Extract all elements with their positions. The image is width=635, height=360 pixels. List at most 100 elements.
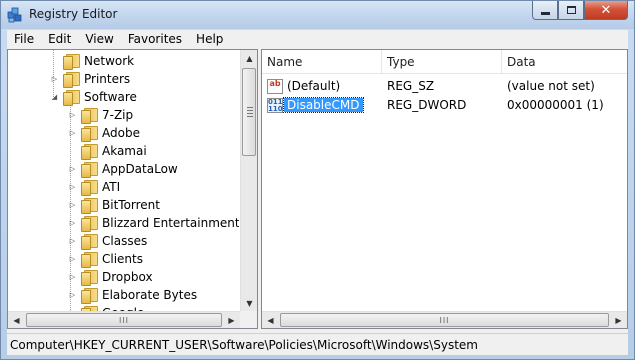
icon-label: ab bbox=[269, 79, 281, 88]
menu-view[interactable]: View bbox=[78, 30, 120, 49]
tree-item-classes[interactable]: ▷ Classes bbox=[68, 232, 147, 250]
title-bar[interactable]: Registry Editor ✕ bbox=[1, 1, 634, 29]
expand-arrow-icon[interactable]: ▷ bbox=[68, 219, 77, 228]
tree-item-label: Akamai bbox=[102, 144, 147, 158]
folder-icon bbox=[81, 108, 98, 124]
menu-favorites[interactable]: Favorites bbox=[121, 30, 189, 49]
menu-edit[interactable]: Edit bbox=[41, 30, 78, 49]
minimize-button[interactable] bbox=[532, 1, 558, 20]
folder-icon bbox=[81, 162, 98, 178]
tree-item-label: Software bbox=[84, 90, 137, 104]
registry-editor-window: Registry Editor ✕ File Edit View Favorit… bbox=[0, 0, 635, 360]
grip-line bbox=[247, 107, 253, 108]
registry-key-tree[interactable]: Network ▷ Printers ◢ Software ▷ 7-Zip ▷ Adobe Aka… bbox=[7, 49, 258, 329]
grip-icon: III bbox=[439, 315, 450, 325]
tree-item-label: Dropbox bbox=[102, 270, 153, 284]
horizontal-scroll-thumb[interactable]: III bbox=[26, 313, 222, 327]
arrow-right-icon: ▶ bbox=[615, 316, 622, 325]
scroll-up-button[interactable]: ▲ bbox=[241, 50, 257, 67]
menu-help[interactable]: Help bbox=[189, 30, 230, 49]
tree-item-bittorrent[interactable]: ▷ BitTorrent bbox=[68, 196, 160, 214]
tree-item-elaborate-bytes[interactable]: ▷ Elaborate Bytes bbox=[68, 286, 197, 304]
tree-item-printers[interactable]: ▷ Printers bbox=[50, 70, 130, 88]
grip-line bbox=[247, 110, 253, 111]
expand-arrow-icon[interactable]: ▷ bbox=[68, 111, 77, 120]
folder-icon bbox=[63, 72, 80, 88]
folder-icon bbox=[81, 180, 98, 196]
expand-arrow-icon[interactable]: ▷ bbox=[68, 255, 77, 264]
horizontal-scroll-thumb[interactable]: III bbox=[280, 313, 609, 327]
folder-icon bbox=[81, 270, 98, 286]
value-row-disablecmd[interactable]: 011 110 DisableCMD REG_DWORD 0x00000001 … bbox=[262, 96, 627, 115]
scroll-corner bbox=[240, 311, 257, 328]
tree-item-label: Classes bbox=[102, 234, 148, 248]
expand-arrow-icon[interactable]: ▷ bbox=[68, 291, 77, 300]
tree-item-adobe[interactable]: ▷ Adobe bbox=[68, 124, 140, 142]
expand-arrow-icon[interactable]: ▷ bbox=[68, 273, 77, 282]
close-button[interactable]: ✕ bbox=[584, 1, 628, 20]
list-horizontal-scrollbar[interactable]: ◀ III ▶ bbox=[262, 311, 627, 328]
maximize-button[interactable] bbox=[558, 1, 584, 20]
column-type[interactable]: Type bbox=[382, 50, 502, 74]
expand-arrow-icon[interactable]: ▷ bbox=[68, 201, 77, 210]
arrow-right-icon: ▶ bbox=[228, 316, 235, 325]
folder-icon bbox=[63, 54, 80, 70]
tree-item-appdatalow[interactable]: ▷ AppDataLow bbox=[68, 160, 178, 178]
registry-values-list[interactable]: Name Type Data ab (Default) REG_SZ (valu… bbox=[261, 49, 628, 329]
scroll-down-button[interactable]: ▼ bbox=[241, 295, 257, 312]
folder-icon bbox=[81, 144, 98, 160]
tree-item-akamai[interactable]: Akamai bbox=[68, 142, 147, 160]
tree-item-dropbox[interactable]: ▷ Dropbox bbox=[68, 268, 153, 286]
expand-arrow-icon[interactable]: ▷ bbox=[68, 237, 77, 246]
tree-item-label: Adobe bbox=[102, 126, 140, 140]
tree-horizontal-scrollbar[interactable]: ◀ III ▶ bbox=[8, 311, 240, 328]
folder-icon bbox=[81, 126, 98, 142]
tree-item-ati[interactable]: ▷ ATI bbox=[68, 178, 120, 196]
column-name[interactable]: Name bbox=[262, 50, 382, 74]
tree-rows: Network ▷ Printers ◢ Software ▷ 7-Zip ▷ Adobe Aka… bbox=[8, 50, 239, 312]
tree-vertical-scrollbar[interactable]: ▲ ▼ bbox=[240, 50, 257, 312]
arrow-left-icon: ◀ bbox=[267, 316, 274, 325]
maximize-icon bbox=[566, 6, 576, 14]
tree-item-blizzard-entertainment[interactable]: ▷ Blizzard Entertainment bbox=[68, 214, 239, 232]
folder-icon bbox=[81, 252, 98, 268]
selected-value-name[interactable]: DisableCMD bbox=[283, 97, 364, 113]
expand-arrow-icon[interactable]: ▷ bbox=[50, 75, 59, 84]
folder-icon bbox=[81, 234, 98, 250]
tree-item-label: Printers bbox=[84, 72, 131, 86]
scroll-right-button[interactable]: ▶ bbox=[223, 312, 240, 328]
value-name: (Default) bbox=[287, 79, 341, 93]
icon-label: 011 110 bbox=[268, 98, 283, 113]
tree-item-label: Elaborate Bytes bbox=[102, 288, 198, 302]
vertical-scroll-thumb[interactable] bbox=[242, 68, 256, 156]
expand-arrow-icon[interactable]: ▷ bbox=[68, 129, 77, 138]
folder-icon bbox=[81, 216, 98, 232]
tree-item-label: BitTorrent bbox=[102, 198, 160, 212]
folder-icon bbox=[63, 90, 80, 106]
value-type: REG_DWORD bbox=[387, 98, 467, 112]
value-data: (value not set) bbox=[507, 79, 595, 93]
tree-item-label: AppDataLow bbox=[102, 162, 178, 176]
expand-arrow-icon[interactable]: ▷ bbox=[68, 183, 77, 192]
scroll-left-button[interactable]: ◀ bbox=[8, 312, 25, 328]
value-row-default[interactable]: ab (Default) REG_SZ (value not set) bbox=[262, 77, 627, 96]
tree-item-7-zip[interactable]: ▷ 7-Zip bbox=[68, 106, 133, 124]
column-data[interactable]: Data bbox=[502, 50, 627, 74]
expand-arrow-icon[interactable]: ▷ bbox=[68, 165, 77, 174]
tree-item-network[interactable]: Network bbox=[50, 52, 134, 70]
arrow-up-icon: ▲ bbox=[246, 54, 253, 63]
column-header: Name Type Data bbox=[262, 50, 627, 74]
close-icon: ✕ bbox=[600, 2, 612, 18]
tree-item-clients[interactable]: ▷ Clients bbox=[68, 250, 143, 268]
tree-item-software[interactable]: ◢ Software bbox=[50, 88, 137, 106]
menu-file[interactable]: File bbox=[7, 30, 41, 49]
tree-item-label: Blizzard Entertainment bbox=[102, 216, 239, 230]
menu-bar: File Edit View Favorites Help bbox=[7, 30, 628, 49]
scroll-right-button[interactable]: ▶ bbox=[610, 312, 627, 328]
grip-line bbox=[247, 116, 253, 117]
tree-item-label: 7-Zip bbox=[102, 108, 134, 122]
collapse-arrow-icon[interactable]: ◢ bbox=[50, 93, 59, 102]
value-data: 0x00000001 (1) bbox=[507, 98, 604, 112]
scroll-left-button[interactable]: ◀ bbox=[262, 312, 279, 328]
